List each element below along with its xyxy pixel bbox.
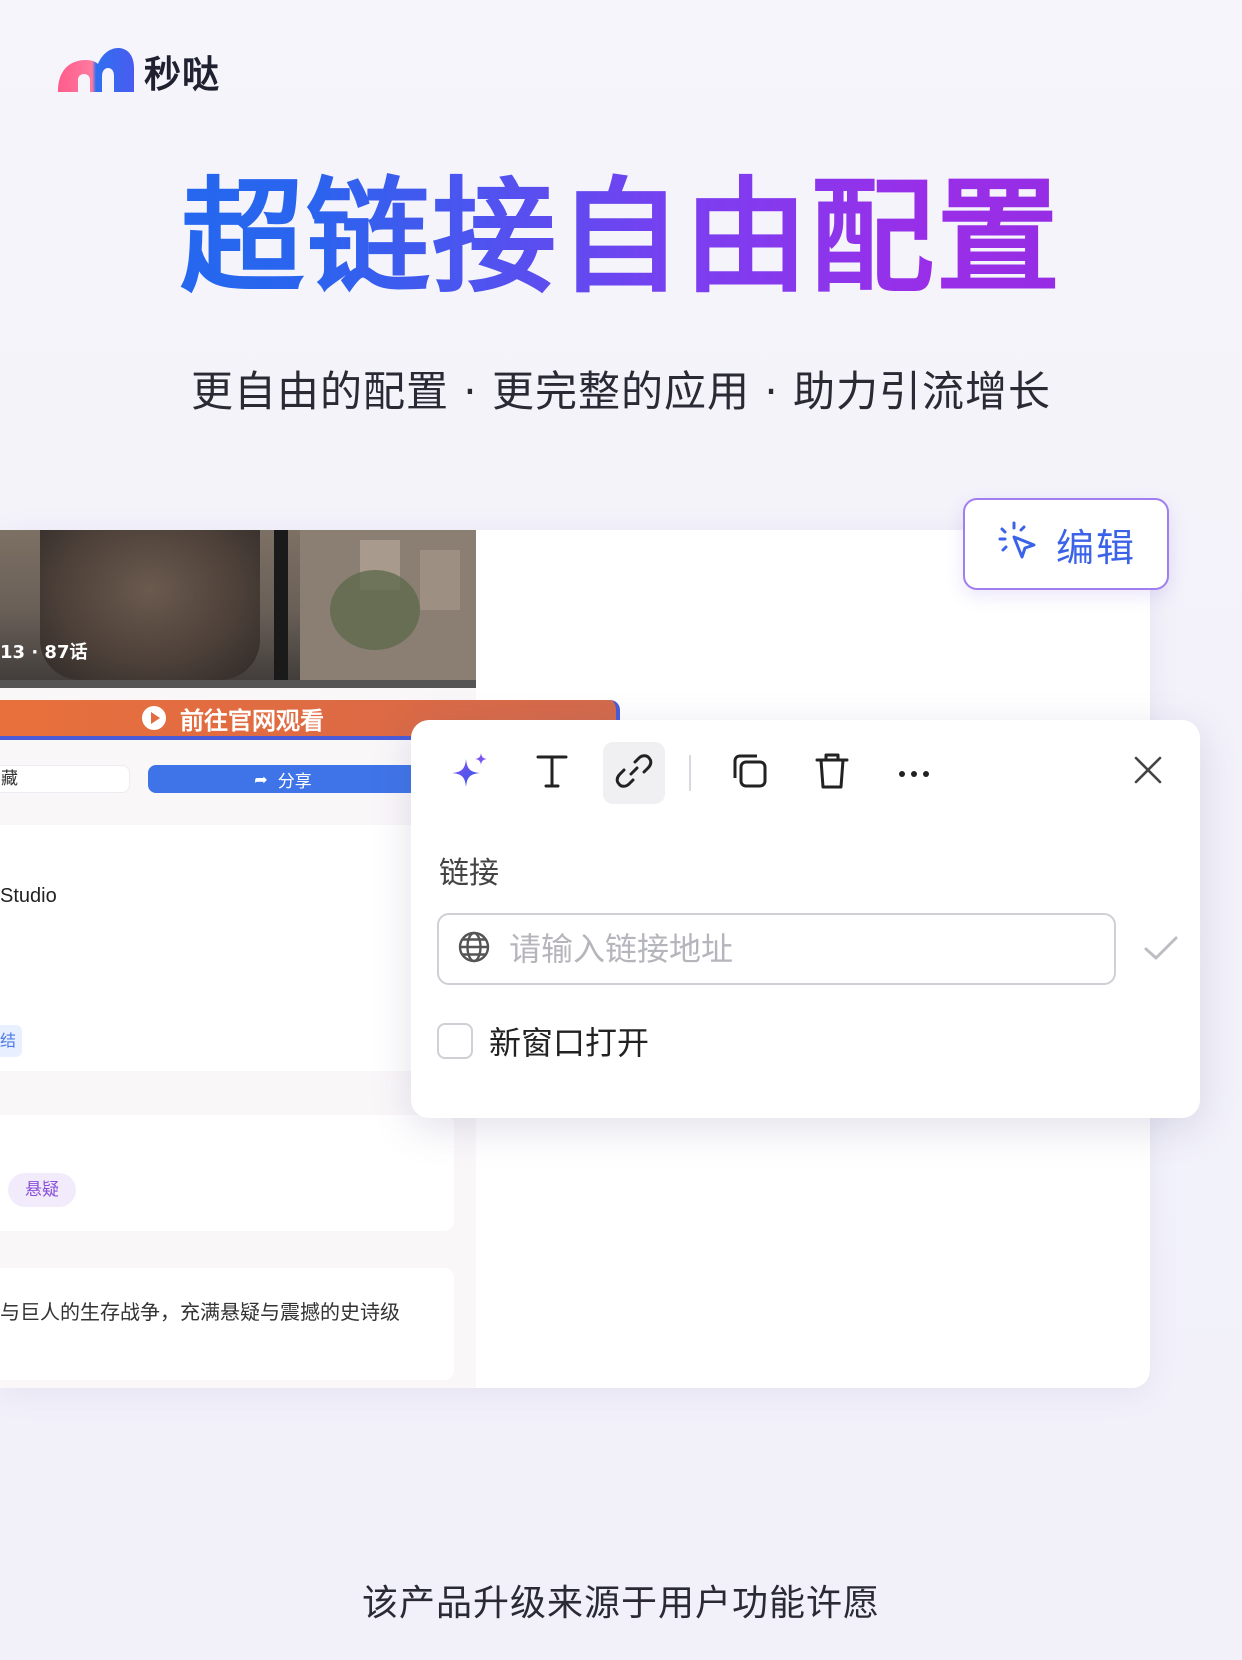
popup-toolbar bbox=[439, 742, 965, 804]
share-button[interactable]: ➦ 分享 bbox=[148, 765, 418, 793]
delete-button[interactable] bbox=[801, 742, 863, 804]
favorite-button[interactable]: 藏 bbox=[0, 765, 130, 793]
more-options-button[interactable] bbox=[883, 742, 945, 804]
delete-icon bbox=[814, 752, 850, 794]
close-button[interactable] bbox=[1126, 750, 1170, 794]
confirm-link-button[interactable] bbox=[1139, 928, 1183, 972]
favorite-button-label: 藏 bbox=[1, 769, 18, 789]
more-icon bbox=[897, 764, 931, 783]
share-arrow-icon: ➦ bbox=[254, 769, 268, 789]
play-icon bbox=[142, 706, 166, 730]
copy-icon bbox=[731, 752, 769, 794]
new-window-option[interactable]: 新窗口打开 bbox=[437, 1018, 649, 1064]
link-icon bbox=[615, 752, 653, 794]
page-footer: 该产品升级来源于用户功能许愿 bbox=[361, 1583, 880, 1624]
new-window-checkbox[interactable] bbox=[437, 1023, 473, 1059]
close-icon bbox=[1133, 755, 1163, 789]
status-badge: 结 bbox=[0, 1025, 22, 1057]
text-icon bbox=[535, 753, 569, 793]
text-tool-button[interactable] bbox=[521, 742, 583, 804]
copy-button[interactable] bbox=[719, 742, 781, 804]
logo-mark-icon bbox=[56, 46, 136, 96]
toolbar-divider bbox=[689, 755, 691, 791]
description-text: 与巨人的生存战争，充满悬疑与震撼的史诗级 bbox=[0, 1300, 400, 1324]
ai-sparkle-icon bbox=[450, 751, 490, 795]
edit-button-label: 编辑 bbox=[1055, 525, 1136, 570]
link-input-box[interactable] bbox=[437, 913, 1116, 985]
studio-name: Studio bbox=[0, 885, 57, 907]
genre-tag[interactable]: 悬疑 bbox=[8, 1173, 76, 1207]
watch-button-label: 前往官网观看 bbox=[180, 706, 324, 735]
share-button-label: 分享 bbox=[277, 771, 312, 792]
detail-column: 13 · 87话 前往官网观看 藏 ➦ 分享 Studio 结 悬疑 与巨人的生… bbox=[0, 530, 620, 1388]
link-url-input[interactable] bbox=[509, 930, 1069, 968]
globe-icon bbox=[457, 930, 491, 968]
new-window-label: 新窗口打开 bbox=[489, 1024, 650, 1062]
edit-button[interactable]: 编辑 bbox=[963, 498, 1169, 590]
brand-logo: 秒哒 bbox=[56, 44, 220, 98]
cursor-click-icon bbox=[996, 519, 1042, 569]
genre-card: 悬疑 bbox=[0, 1115, 454, 1231]
description-card: 与巨人的生存战争，充满悬疑与震撼的史诗级 bbox=[0, 1268, 454, 1380]
brand-name: 秒哒 bbox=[144, 53, 220, 96]
link-config-popup: 链接 新窗口打开 bbox=[411, 720, 1200, 1118]
page-subtitle: 更自由的配置 · 更完整的应用 · 助力引流增长 bbox=[190, 367, 1052, 416]
ai-sparkle-button[interactable] bbox=[439, 742, 501, 804]
episode-caption: 13 · 87话 bbox=[0, 642, 88, 663]
page-headline: 超链接自由配置 bbox=[0, 168, 1242, 308]
info-card: Studio 结 bbox=[0, 825, 454, 1071]
check-icon bbox=[1143, 934, 1179, 966]
link-tool-button[interactable] bbox=[603, 742, 665, 804]
link-field-label: 链接 bbox=[439, 856, 499, 891]
anime-poster-image: 13 · 87话 bbox=[0, 530, 476, 688]
